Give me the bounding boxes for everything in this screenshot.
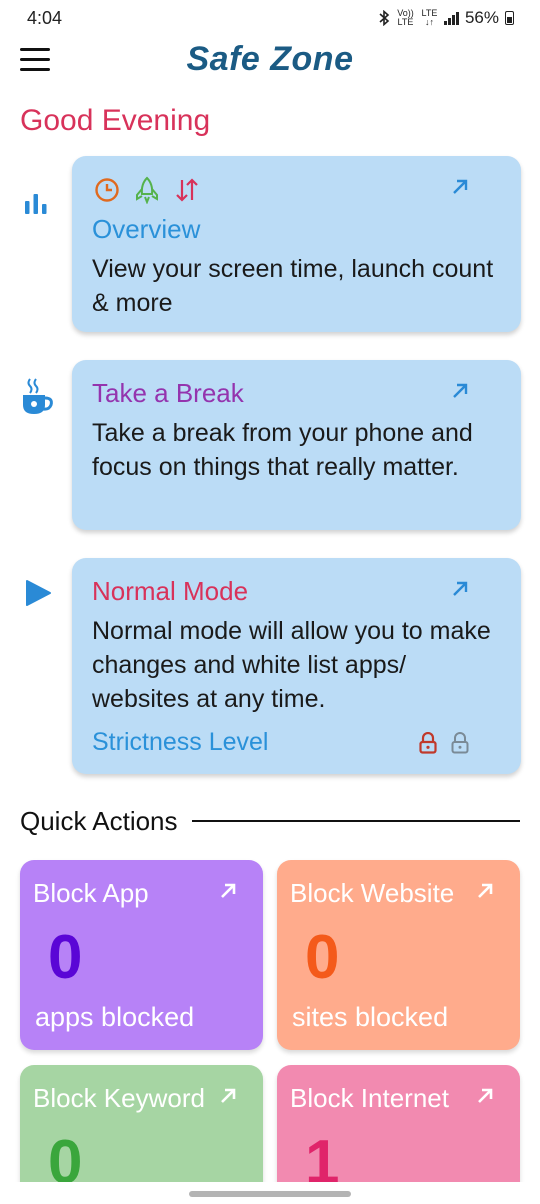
signal-icon (444, 11, 459, 25)
battery-icon (505, 11, 514, 25)
overview-title: Overview (92, 214, 201, 244)
open-arrow-icon[interactable] (451, 580, 469, 598)
normal-mode-title: Normal Mode (92, 576, 249, 606)
quick-actions-heading: Quick Actions (20, 806, 178, 836)
play-icon (26, 580, 51, 606)
overview-stat-icons (94, 176, 200, 204)
rocket-icon (136, 176, 158, 204)
open-arrow-icon[interactable] (219, 1087, 237, 1105)
open-arrow-icon[interactable] (476, 882, 494, 900)
status-bar: 4:04 Vo)) LTE LTE ↓↑ 56% (0, 0, 540, 36)
open-arrow-icon[interactable] (451, 178, 469, 196)
block-app-tile[interactable]: Block App 0 apps blocked (20, 860, 263, 1050)
section-divider (192, 820, 520, 822)
bar-chart-icon (25, 194, 47, 214)
take-break-description: Take a break from your phone and focus o… (92, 419, 473, 481)
greeting-text: Good Evening (20, 104, 211, 137)
status-icons: Vo)) LTE LTE ↓↑ 56% (378, 8, 514, 28)
tile-title: Block Internet (290, 1083, 449, 1113)
take-break-title: Take a Break (92, 378, 244, 408)
battery-percent: 56% (464, 8, 499, 27)
take-break-card[interactable]: Take a Break Take a break from your phon… (72, 360, 521, 530)
volte-indicator: Vo)) LTE (397, 8, 414, 27)
block-website-tile[interactable]: Block Website 0 sites blocked (277, 860, 520, 1050)
blocked-count: 0 (48, 923, 83, 992)
tile-subtitle: apps blocked (35, 1002, 195, 1032)
open-arrow-icon[interactable] (451, 382, 469, 400)
overview-description: View your screen time, launch count & mo… (92, 255, 494, 317)
app-title: Safe Zone (186, 40, 354, 78)
lock-outline-icon[interactable] (451, 732, 469, 754)
bluetooth-icon (379, 10, 390, 26)
strictness-level-label: Strictness Level (92, 728, 269, 756)
tile-title: Block App (33, 878, 149, 908)
clock-icon (95, 178, 119, 202)
home-indicator[interactable] (189, 1191, 351, 1197)
open-arrow-icon[interactable] (476, 1087, 494, 1105)
coffee-cup-icon (23, 378, 53, 414)
overview-card[interactable]: Overview View your screen time, launch c… (72, 156, 521, 332)
sort-arrows-icon (176, 178, 198, 202)
blocked-count: 0 (305, 923, 340, 992)
lock-icon[interactable] (419, 732, 437, 754)
lte-indicator: LTE ↓↑ (421, 8, 438, 27)
open-arrow-icon[interactable] (219, 882, 237, 900)
normal-mode-description: Normal mode will allow you to make chang… (92, 617, 491, 713)
tile-title: Block Website (290, 878, 455, 908)
tile-subtitle: sites blocked (292, 1002, 449, 1032)
normal-mode-card[interactable]: Normal Mode Normal mode will allow you t… (72, 558, 521, 774)
tile-title: Block Keyword (33, 1083, 205, 1113)
status-time: 4:04 (27, 8, 63, 28)
strictness-locks[interactable] (419, 732, 469, 754)
